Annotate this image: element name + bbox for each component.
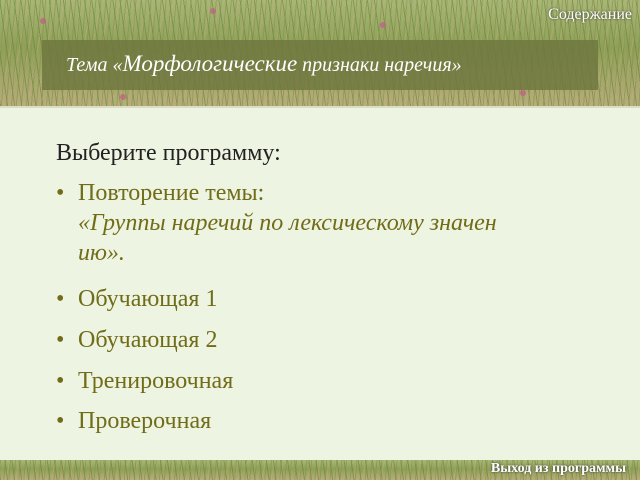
menu-item-label: Повторение темы: bbox=[78, 180, 265, 206]
bullet-icon: • bbox=[56, 327, 65, 353]
menu-item-label: Обучающая 1 bbox=[78, 286, 218, 312]
menu-item-label: Обучающая 2 bbox=[78, 327, 218, 353]
menu-item-training-1[interactable]: • Обучающая 1 bbox=[56, 284, 616, 314]
menu-item-subtitle: «Группы наречий по лексическому значен и… bbox=[78, 210, 497, 266]
title-suffix: признаки наречия» bbox=[297, 54, 462, 76]
flower-decoration bbox=[210, 8, 216, 14]
flower-decoration bbox=[40, 18, 46, 24]
menu-item-training-2[interactable]: • Обучающая 2 bbox=[56, 325, 616, 355]
page-title: Тема «Морфологические признаки наречия» bbox=[66, 48, 462, 83]
flower-decoration bbox=[380, 22, 386, 28]
menu-item-label: Проверочная bbox=[78, 408, 212, 434]
bullet-icon: • bbox=[56, 368, 65, 394]
title-prefix: Тема « bbox=[66, 54, 123, 76]
bullet-icon: • bbox=[56, 408, 65, 434]
flower-decoration bbox=[520, 90, 526, 96]
flower-decoration bbox=[120, 94, 126, 100]
menu-item-review[interactable]: • Повторение темы: «Группы наречий по ле… bbox=[56, 178, 616, 268]
menu-item-test[interactable]: • Проверочная bbox=[56, 406, 616, 436]
title-main: Морфологические bbox=[122, 51, 298, 76]
bullet-icon: • bbox=[56, 180, 65, 206]
program-prompt: Выберите программу: bbox=[56, 140, 281, 166]
menu-item-practice[interactable]: • Тренировочная bbox=[56, 366, 616, 396]
contents-link[interactable]: Содержание bbox=[548, 6, 632, 24]
exit-link[interactable]: Выход из программы bbox=[491, 460, 626, 478]
menu-item-label: Тренировочная bbox=[78, 368, 234, 394]
bullet-icon: • bbox=[56, 286, 65, 312]
